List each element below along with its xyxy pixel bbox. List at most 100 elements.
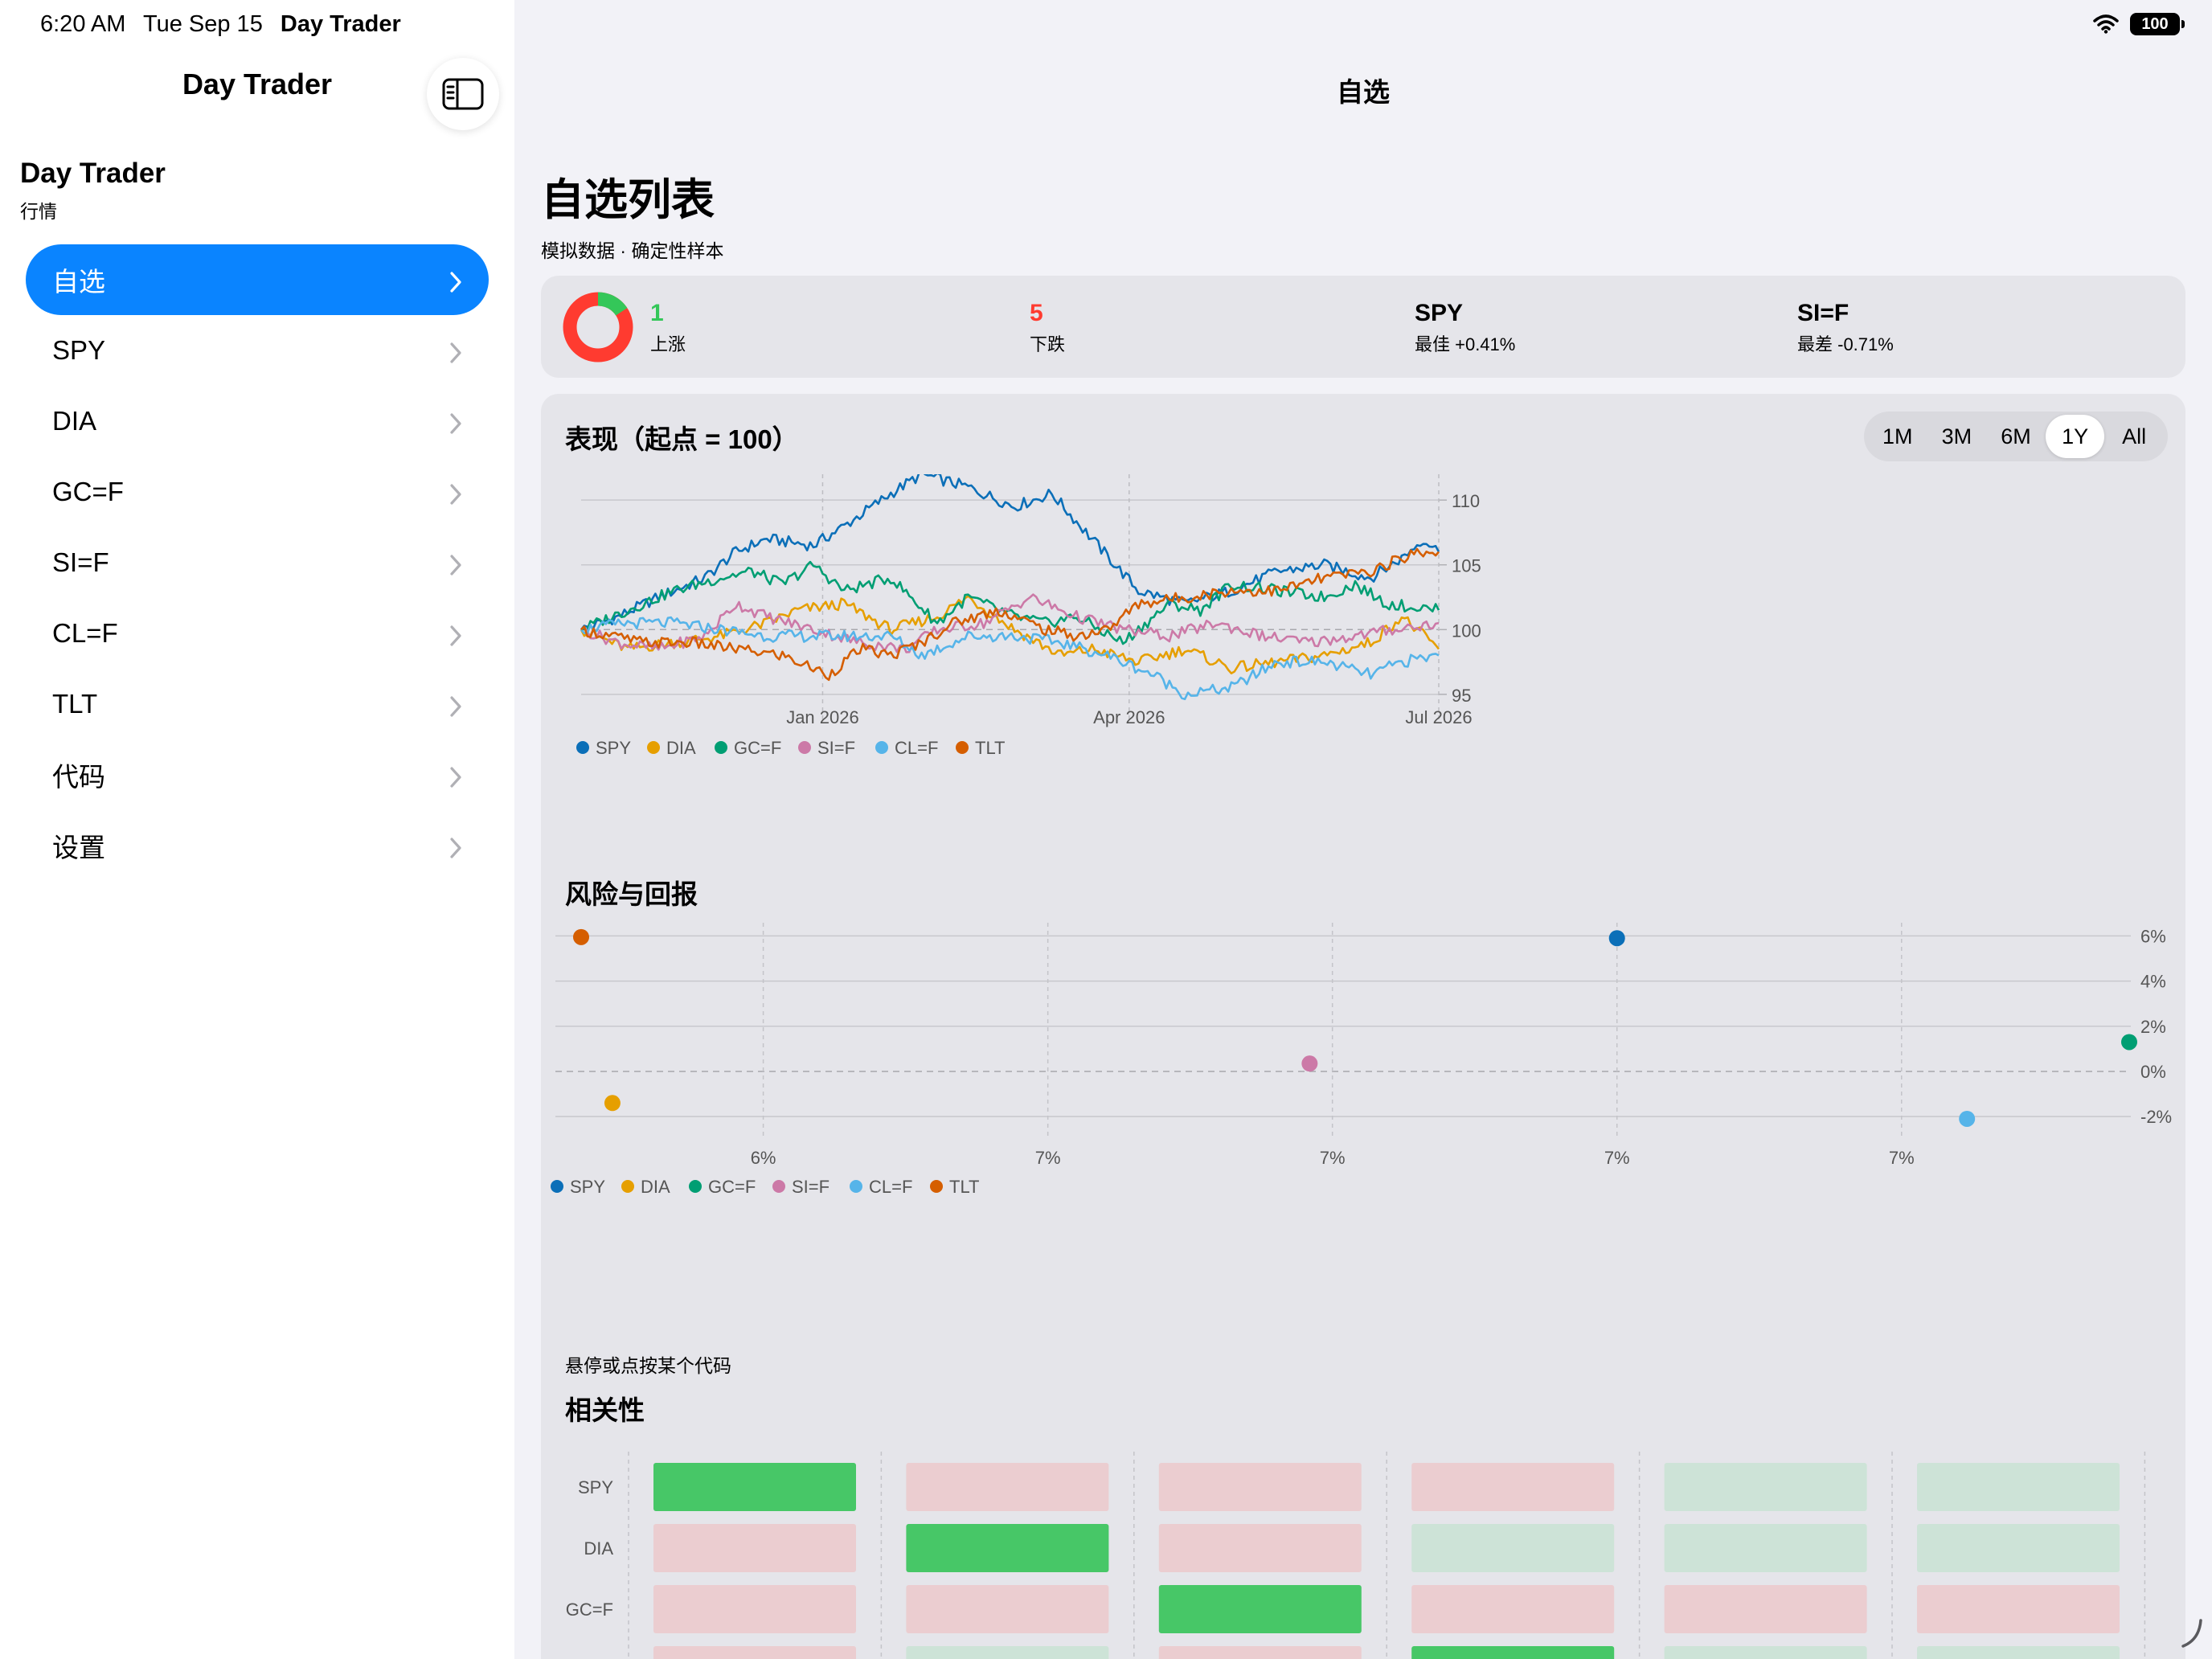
performance-title: 表现（起点 = 100） <box>565 424 799 454</box>
app-name: Day Trader <box>20 158 166 189</box>
legend-label: DIA <box>666 738 696 758</box>
drag-handle-icon[interactable] <box>2180 1617 2204 1649</box>
sidebar-item-label: SI=F <box>52 547 109 577</box>
range-3m-button[interactable]: 3M <box>1927 415 1987 458</box>
sidebar-item-sif[interactable]: SI=F <box>26 527 489 598</box>
summary-up: 1 上涨 <box>650 300 686 356</box>
heatmap-cell <box>1917 1463 2120 1511</box>
hint-text: 悬停或点按某个代码 <box>565 1355 731 1376</box>
sidebar-item-watchlist[interactable]: 自选 <box>26 244 489 315</box>
summary-card: 1 上涨 5 下跌 SPY 最佳 +0.41% SI=F 最差 -0.71% <box>541 276 2185 378</box>
battery-icon: 100 <box>2130 13 2185 35</box>
summary-best: SPY 最佳 +0.41% <box>1415 300 1515 356</box>
heatmap-cell <box>1158 1646 1362 1659</box>
sidebar-item-label: GC=F <box>52 477 124 506</box>
chevron-right-icon <box>450 622 461 646</box>
status-bar-left: 6:20 AM Tue Sep 15 Day Trader <box>40 11 401 38</box>
range-1m-button[interactable]: 1M <box>1868 415 1927 458</box>
heatmap-cell <box>1158 1463 1362 1511</box>
y-tick-label: 100 <box>1452 621 1481 641</box>
x-tick-label: 7% <box>1604 1148 1630 1168</box>
status-time: 6:20 AM <box>40 11 126 37</box>
y-tick-label: 95 <box>1452 686 1471 706</box>
heatmap-cell <box>1664 1463 1867 1511</box>
x-tick-label: 7% <box>1889 1148 1915 1168</box>
legend-label: CL=F <box>895 738 938 758</box>
correlation-title: 相关性 <box>565 1395 645 1425</box>
heatmap-cell <box>906 1524 1109 1572</box>
heatmap-row-label: GC=F <box>566 1600 613 1620</box>
legend-marker-spy <box>551 1180 563 1193</box>
range-6m-button[interactable]: 6M <box>1986 415 2046 458</box>
chevron-right-icon <box>450 551 461 576</box>
heatmap-cell <box>1411 1646 1615 1659</box>
legend-label: SPY <box>570 1177 605 1197</box>
sidebar-item-label: 设置 <box>52 833 105 862</box>
y-tick-label: -2% <box>2140 1107 2172 1127</box>
app-subtitle: 行情 <box>20 201 57 222</box>
scatter-point-spy <box>1608 930 1625 947</box>
legend-label: CL=F <box>869 1177 912 1197</box>
sidebar: 6:20 AM Tue Sep 15 Day Trader Day Trader… <box>0 0 514 1659</box>
chevron-right-icon <box>450 834 461 858</box>
worst-symbol: SI=F <box>1797 300 1849 326</box>
range-all-button[interactable]: All <box>2104 415 2164 458</box>
legend-marker-sif <box>798 741 811 754</box>
heatmap-cell <box>906 1585 1109 1633</box>
sidebar-nav: 自选 SPY DIA GC=F SI=F CL=F TLT 代码 设置 <box>26 244 489 881</box>
legend-marker-clf <box>875 741 888 754</box>
heatmap-cell <box>1158 1585 1362 1633</box>
chevron-right-icon <box>450 339 461 363</box>
heatmap-cell <box>1664 1585 1867 1633</box>
battery-level: 100 <box>2141 14 2169 33</box>
legend-marker-sif <box>772 1180 785 1193</box>
up-down-donut <box>563 292 633 363</box>
y-tick-label: 6% <box>2140 926 2166 946</box>
legend-label: GC=F <box>734 738 781 758</box>
chevron-right-icon <box>450 268 461 293</box>
sidebar-item-spy[interactable]: SPY <box>26 315 489 386</box>
sidebar-item-tlt[interactable]: TLT <box>26 669 489 739</box>
sidebar-item-symbols[interactable]: 代码 <box>26 739 489 810</box>
sidebar-item-dia[interactable]: DIA <box>26 386 489 457</box>
sidebar-item-label: TLT <box>52 689 98 719</box>
sidebar-toggle-icon <box>442 78 484 110</box>
legend-marker-gcf <box>689 1180 702 1193</box>
legend-marker-spy <box>576 741 589 754</box>
sidebar-item-gcf[interactable]: GC=F <box>26 457 489 527</box>
performance-chart[interactable]: 95 100 105 110 Jan 2026 Apr 2026 Jul 2026 <box>541 474 2185 731</box>
heatmap-cell <box>653 1646 856 1659</box>
heatmap-cell <box>653 1463 856 1511</box>
status-bar-right: 100 <box>2093 13 2185 35</box>
legend-label: SI=F <box>817 738 855 758</box>
heatmap-cell <box>653 1585 856 1633</box>
heatmap-cell <box>1664 1646 1867 1659</box>
sidebar-toggle-button[interactable] <box>427 58 499 130</box>
heatmap-cell <box>653 1524 856 1572</box>
worst-label: 最差 -0.71% <box>1797 334 1894 354</box>
heatmap-cell <box>1917 1524 2120 1572</box>
risk-return-title: 风险与回报 <box>565 879 698 909</box>
best-label: 最佳 +0.41% <box>1415 334 1516 354</box>
x-tick-label: Jan 2026 <box>786 707 859 727</box>
chevron-right-icon <box>450 693 461 717</box>
sidebar-item-clf[interactable]: CL=F <box>26 598 489 669</box>
risk-return-chart[interactable]: 6% 4% 2% 0% -2% 6% 7% 7% 7% 7% SPY DIA GC=F SI=F CL=F T… <box>541 916 2185 1302</box>
nav-title: 自选 <box>1337 77 1390 107</box>
scatter-point-tlt <box>573 928 589 945</box>
legend-marker-dia <box>621 1180 634 1193</box>
sidebar-item-label: SPY <box>52 335 106 365</box>
heatmap-cell <box>1917 1585 2120 1633</box>
legend-marker-clf <box>850 1180 862 1193</box>
performance-legend: SPY DIA GC=F SI=F CL=F TLT <box>576 738 1005 758</box>
wifi-icon <box>2093 14 2119 34</box>
sidebar-item-label: 代码 <box>52 762 105 792</box>
y-tick-label: 2% <box>2140 1017 2166 1037</box>
heatmap-cell <box>906 1646 1109 1659</box>
y-tick-label: 105 <box>1452 556 1481 576</box>
correlation-heatmap[interactable]: SPYDIAGC=FSI=F <box>541 1439 2185 1659</box>
sidebar-item-settings[interactable]: 设置 <box>26 810 489 881</box>
range-1y-button[interactable]: 1Y <box>2045 415 2105 458</box>
heatmap-cell <box>906 1463 1109 1511</box>
legend-label: GC=F <box>708 1177 756 1197</box>
